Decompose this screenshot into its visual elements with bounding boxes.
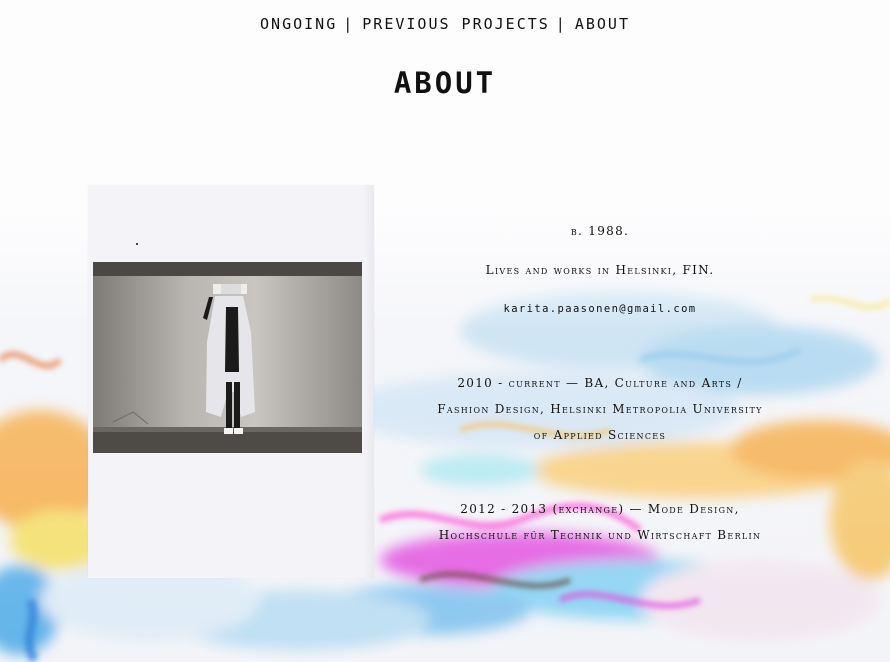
education-line: Hochschule für Technik und Wirtschaft Be…: [438, 528, 762, 542]
location-text: Lives and works in Helsinki, FIN.: [485, 263, 715, 277]
top-nav: ONGOING | PREVIOUS PROJECTS | ABOUT: [0, 15, 890, 33]
email-line: karita.paasonen@gmail.com: [300, 296, 890, 322]
education-entry: 2010 - current — BA, Culture and Arts / …: [300, 370, 890, 448]
nav-link-about[interactable]: ABOUT: [575, 15, 630, 33]
birth-year: b. 1988.: [570, 224, 630, 238]
nav-separator: |: [555, 15, 567, 33]
bio-section: b. 1988. Lives and works in Helsinki, FI…: [300, 218, 890, 548]
education-entry: 2012 - 2013 (exchange) — Mode Design, Ho…: [300, 496, 890, 548]
nav-link-previous-projects[interactable]: PREVIOUS PROJECTS: [362, 15, 550, 33]
email-link[interactable]: karita.paasonen@gmail.com: [503, 303, 696, 315]
nav-link-ongoing[interactable]: ONGOING: [260, 15, 337, 33]
education-line: of Applied Sciences: [533, 428, 667, 442]
page-title: ABOUT: [393, 66, 497, 100]
card-speck: [136, 243, 138, 245]
education-line: Fashion Design, Helsinki Metropolia Univ…: [437, 402, 763, 416]
education-line: 2012 - 2013 (exchange) — Mode Design,: [460, 502, 740, 516]
education-line: 2010 - current — BA, Culture and Arts /: [457, 376, 743, 390]
nav-separator: |: [343, 15, 355, 33]
